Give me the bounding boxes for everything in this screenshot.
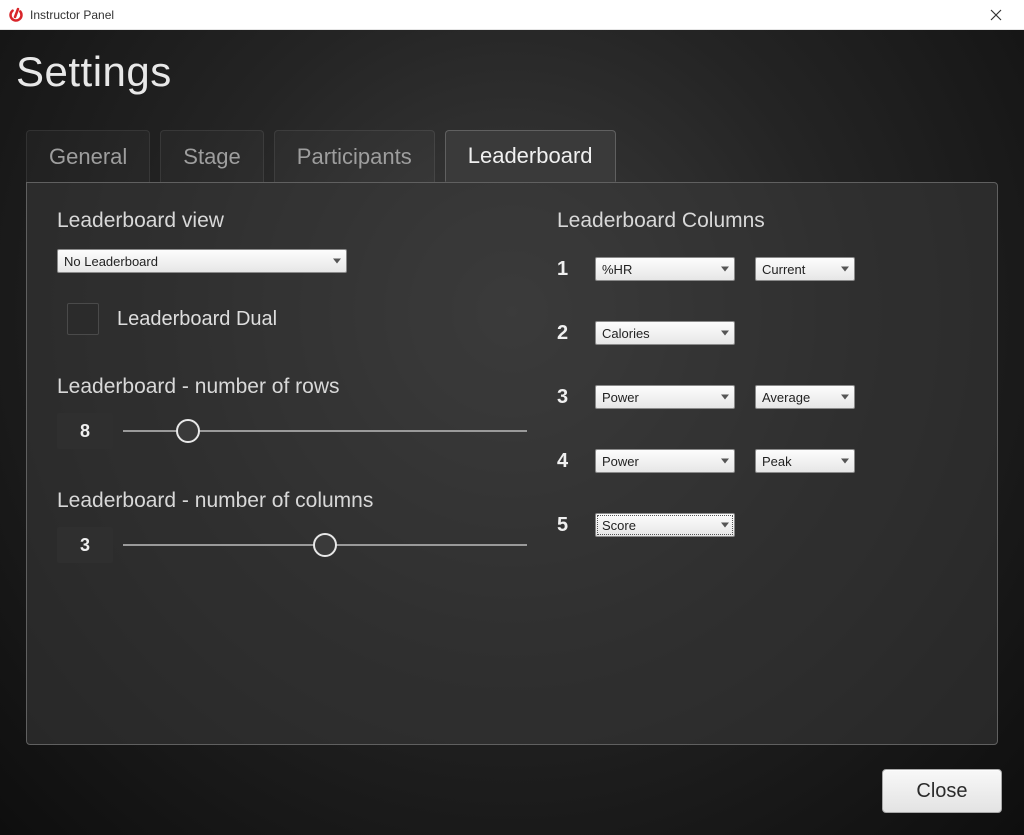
rows-slider[interactable] <box>123 413 527 449</box>
chevron-down-icon <box>333 259 341 264</box>
column-metric-select[interactable]: Power <box>595 385 735 409</box>
column-row-1: 1 %HR Current <box>557 257 967 281</box>
tab-label: Leaderboard <box>468 143 593 169</box>
rows-slider-group: Leaderboard - number of rows 8 <box>57 375 527 449</box>
column-row-5: 5 Score <box>557 513 967 537</box>
rows-slider-value: 8 <box>57 413 113 449</box>
slider-thumb[interactable] <box>313 533 337 557</box>
cols-slider[interactable] <box>123 527 527 563</box>
chevron-down-icon <box>721 459 729 464</box>
leaderboard-view-label: Leaderboard view <box>57 209 527 233</box>
column-agg-select[interactable]: Peak <box>755 449 855 473</box>
leaderboard-view-select[interactable]: No Leaderboard <box>57 249 347 273</box>
select-value: Power <box>602 454 639 469</box>
cols-slider-label: Leaderboard - number of columns <box>57 489 527 513</box>
select-value: Average <box>762 390 810 405</box>
client-area: Settings General Stage Participants Lead… <box>0 30 1024 835</box>
leaderboard-columns-header: Leaderboard Columns <box>557 209 967 233</box>
select-value: Current <box>762 262 805 277</box>
window-title: Instructor Panel <box>30 8 114 22</box>
tab-label: General <box>49 144 127 170</box>
slider-thumb[interactable] <box>176 419 200 443</box>
tab-general[interactable]: General <box>26 130 150 182</box>
column-metric-select[interactable]: Calories <box>595 321 735 345</box>
column-metric-select[interactable]: %HR <box>595 257 735 281</box>
column-number: 5 <box>557 514 575 537</box>
cols-slider-value: 3 <box>57 527 113 563</box>
window-close-button[interactable] <box>976 0 1016 30</box>
column-number: 2 <box>557 322 575 345</box>
chevron-down-icon <box>841 267 849 272</box>
select-value: %HR <box>602 262 632 277</box>
close-icon <box>990 9 1002 21</box>
tab-panel-leaderboard: Leaderboard view No Leaderboard Leaderbo… <box>26 182 998 745</box>
column-agg-select[interactable]: Current <box>755 257 855 281</box>
chevron-down-icon <box>841 395 849 400</box>
tab-stage[interactable]: Stage <box>160 130 264 182</box>
cols-slider-group: Leaderboard - number of columns 3 <box>57 489 527 563</box>
select-value: Score <box>602 518 636 533</box>
panel-left-column: Leaderboard view No Leaderboard Leaderbo… <box>57 209 527 577</box>
page-title: Settings <box>16 48 172 96</box>
leaderboard-dual-label: Leaderboard Dual <box>117 308 277 331</box>
leaderboard-dual-row: Leaderboard Dual <box>57 303 527 335</box>
chevron-down-icon <box>721 395 729 400</box>
rows-slider-label: Leaderboard - number of rows <box>57 375 527 399</box>
column-metric-select[interactable]: Power <box>595 449 735 473</box>
select-value: Power <box>602 390 639 405</box>
tab-label: Participants <box>297 144 412 170</box>
chevron-down-icon <box>841 459 849 464</box>
column-row-4: 4 Power Peak <box>557 449 967 473</box>
window-titlebar: Instructor Panel <box>0 0 1024 30</box>
column-number: 4 <box>557 450 575 473</box>
select-value: No Leaderboard <box>64 254 158 269</box>
column-number: 3 <box>557 386 575 409</box>
select-value: Calories <box>602 326 650 341</box>
chevron-down-icon <box>721 267 729 272</box>
close-button-label: Close <box>916 780 967 803</box>
column-row-2: 2 Calories <box>557 321 967 345</box>
column-number: 1 <box>557 258 575 281</box>
panel-right-column: Leaderboard Columns 1 %HR Current 2 <box>557 209 967 577</box>
app-icon <box>8 7 24 23</box>
column-metric-select[interactable]: Score <box>595 513 735 537</box>
select-value: Peak <box>762 454 792 469</box>
close-button[interactable]: Close <box>882 769 1002 813</box>
chevron-down-icon <box>721 331 729 336</box>
chevron-down-icon <box>721 523 729 528</box>
tab-leaderboard[interactable]: Leaderboard <box>445 130 616 182</box>
leaderboard-dual-checkbox[interactable] <box>67 303 99 335</box>
tab-bar: General Stage Participants Leaderboard <box>26 130 616 182</box>
tab-participants[interactable]: Participants <box>274 130 435 182</box>
column-agg-select[interactable]: Average <box>755 385 855 409</box>
column-row-3: 3 Power Average <box>557 385 967 409</box>
tab-label: Stage <box>183 144 241 170</box>
